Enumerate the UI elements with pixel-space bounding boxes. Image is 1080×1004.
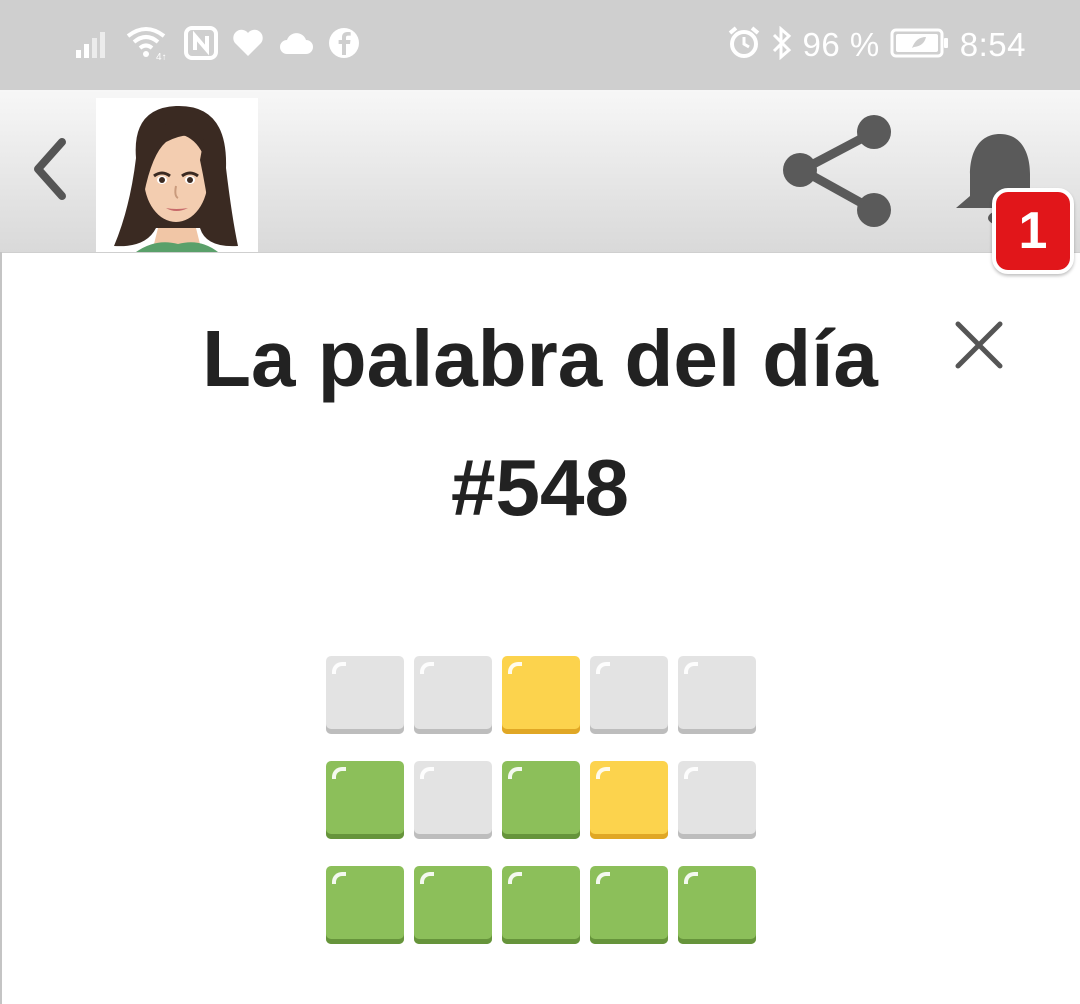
bluetooth-icon — [771, 25, 793, 65]
notification-badge: 1 — [992, 188, 1074, 274]
tile-gray — [678, 761, 756, 839]
clock: 8:54 — [959, 26, 1026, 63]
tile-yellow — [502, 656, 580, 734]
tile-green — [590, 866, 668, 944]
status-bar: 4↑ 96 % 8:54 — [0, 0, 1080, 90]
back-button[interactable] — [26, 134, 74, 204]
facebook-icon — [328, 27, 360, 64]
status-left-icons: 4↑ — [76, 22, 360, 68]
tile-green — [414, 866, 492, 944]
status-right-icons: 96 % 8:54 — [727, 22, 1026, 68]
close-icon — [955, 321, 1003, 369]
grid-row — [326, 656, 756, 734]
tile-gray — [590, 656, 668, 734]
grid-row — [326, 866, 756, 944]
tile-green — [678, 866, 756, 944]
tile-gray — [678, 656, 756, 734]
battery-icon — [890, 28, 950, 63]
cloud-icon — [278, 30, 314, 61]
tile-green — [326, 761, 404, 839]
back-icon — [34, 138, 66, 200]
avatar[interactable] — [96, 98, 258, 252]
svg-text:4↑: 4↑ — [156, 52, 167, 60]
app-bar: 1 — [0, 90, 1080, 274]
result-grid — [326, 656, 756, 971]
wifi-icon: 4↑ — [126, 26, 170, 65]
tile-yellow — [590, 761, 668, 839]
tile-gray — [326, 656, 404, 734]
grid-row — [326, 761, 756, 839]
battery-percentage: 96 % — [802, 26, 880, 63]
signal-icon — [76, 28, 112, 63]
alarm-icon — [727, 25, 761, 65]
puzzle-number: #548 — [451, 443, 629, 532]
page-title: La palabra del día — [202, 314, 878, 403]
heart-icon — [232, 28, 264, 63]
tile-green — [326, 866, 404, 944]
share-icon — [783, 115, 891, 227]
tile-gray — [414, 656, 492, 734]
nfc-icon — [184, 25, 218, 65]
close-button[interactable] — [954, 320, 1004, 370]
tile-green — [502, 761, 580, 839]
tile-gray — [414, 761, 492, 839]
share-button[interactable] — [780, 110, 895, 228]
tile-green — [502, 866, 580, 944]
